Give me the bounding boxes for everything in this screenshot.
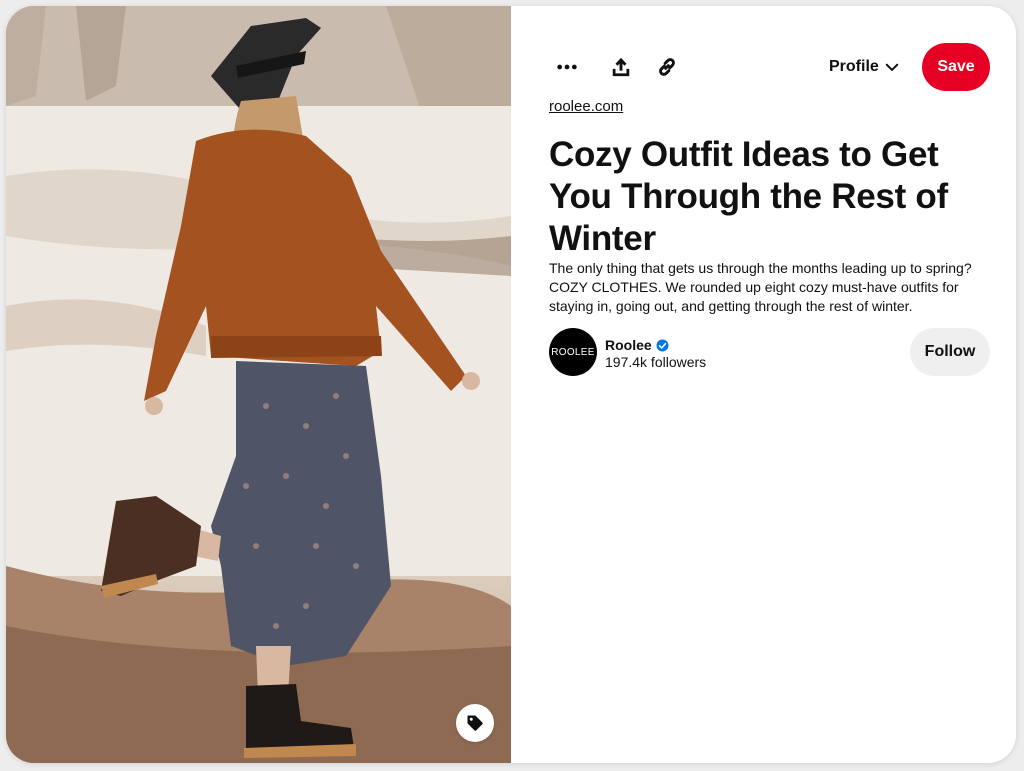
follower-count: 197.4k followers [605, 354, 707, 370]
avatar-text: ROOLEE [551, 346, 595, 358]
copy-link-button[interactable] [645, 45, 689, 89]
link-icon [659, 58, 675, 76]
follow-button[interactable]: Follow [910, 328, 990, 376]
more-dots-icon [557, 64, 577, 70]
verified-badge-icon [656, 339, 669, 351]
creator-name-row: Roolee [605, 337, 669, 353]
chevron-down-icon [885, 63, 899, 71]
creator-row: ROOLEE Roolee 197.4k followers Follow [549, 328, 991, 378]
board-select-dropdown[interactable]: Profile [829, 55, 899, 79]
pin-photo-illustration [6, 6, 511, 763]
source-link[interactable]: roolee.com [549, 98, 623, 115]
avatar[interactable]: ROOLEE [549, 328, 597, 376]
save-button[interactable]: Save [922, 43, 990, 91]
pin-description: The only thing that gets us through the … [549, 260, 972, 314]
pin-closeup-card: Profile Save roolee.com Cozy Outfit Idea… [6, 6, 1016, 763]
share-upload-icon [612, 57, 630, 77]
pin-image[interactable] [6, 6, 511, 763]
pin-title: Cozy Outfit Ideas to Get You Through the… [549, 135, 948, 258]
shop-tag-button[interactable] [456, 704, 494, 742]
pin-details-panel: Profile Save roolee.com Cozy Outfit Idea… [511, 6, 1016, 763]
tag-icon [467, 715, 483, 731]
more-options-button[interactable] [545, 45, 589, 89]
share-button[interactable] [599, 45, 643, 89]
pin-action-toolbar: Profile Save [511, 43, 1016, 91]
creator-name[interactable]: Roolee [605, 337, 652, 353]
board-select-label: Profile [829, 58, 879, 75]
